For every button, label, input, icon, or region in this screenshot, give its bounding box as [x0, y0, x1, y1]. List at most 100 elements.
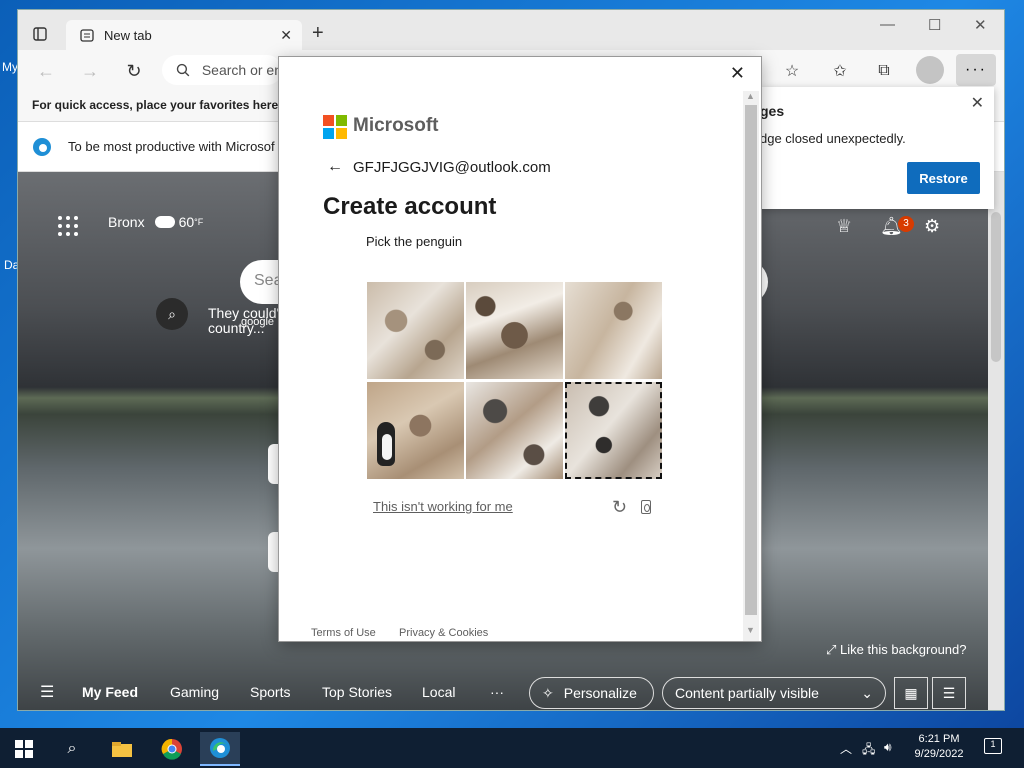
profile-avatar[interactable]: [916, 56, 944, 84]
captcha-tile-5[interactable]: [466, 382, 563, 479]
back-arrow-icon[interactable]: ←: [32, 58, 60, 84]
captcha-tile-3[interactable]: [565, 282, 662, 379]
chevron-down-icon: ⌄: [861, 684, 873, 701]
content-visibility-select[interactable]: Content partially visible ⌄: [662, 677, 886, 709]
account-identity: ← GFJFJGGJVIG@outlook.com: [327, 158, 551, 176]
system-clock[interactable]: 6:21 PM 9/29/2022: [906, 732, 972, 762]
page-settings-gear-icon[interactable]: ⚙: [924, 216, 940, 237]
clock-time: 6:21 PM: [918, 733, 960, 745]
captcha-tile-6[interactable]: [565, 382, 662, 479]
windows-logo-icon: [15, 740, 33, 758]
grid-layout-icon: ▦: [904, 684, 918, 701]
scroll-down-icon[interactable]: ▼: [746, 625, 755, 635]
new-tab-plus-icon[interactable]: +: [312, 22, 324, 45]
refresh-captcha-icon[interactable]: ↻: [612, 497, 627, 518]
close-tab-icon[interactable]: ✕: [280, 27, 292, 44]
edge-logo-icon: [33, 137, 51, 156]
volume-icon[interactable]: 🔊︎: [884, 740, 892, 755]
page-scrollbar[interactable]: [988, 172, 1004, 710]
show-hidden-icons-chevron-icon[interactable]: ︿: [840, 740, 852, 757]
taskbar: ⌕ ︿ 🖧︎ 🔊︎ 6:21 PM 9/29/2022 1: [0, 728, 1024, 768]
close-window-icon[interactable]: ✕: [974, 16, 987, 34]
info-bar-text: To be most productive with Microsof: [68, 139, 275, 154]
feed-tab-my-feed[interactable]: My Feed: [82, 684, 138, 700]
personalize-label: Personalize: [563, 685, 637, 701]
more-dots-icon: ···: [965, 61, 987, 78]
trending-search-icon: ⌕: [156, 298, 188, 330]
personalize-icon: ✧: [542, 684, 554, 701]
add-favorite-star-icon[interactable]: ☆: [778, 58, 806, 84]
close-icon[interactable]: ✕: [971, 93, 984, 113]
create-account-dialog: ✕ Microsoft ← GFJFJGGJVIG@outlook.com Cr…: [279, 57, 761, 641]
feed-bar: ☰ My Feed Gaming Sports Top Stories Loca…: [18, 672, 1004, 710]
tab-actions-button[interactable]: [26, 20, 54, 48]
scroll-up-icon[interactable]: ▲: [746, 91, 755, 101]
refresh-icon[interactable]: ↻: [120, 58, 148, 84]
file-explorer-button[interactable]: [102, 732, 142, 766]
desktop-icon-label[interactable]: My: [2, 60, 18, 74]
chrome-button[interactable]: [152, 732, 192, 766]
terms-link[interactable]: Terms of Use: [311, 627, 376, 639]
restore-button[interactable]: Restore: [907, 162, 980, 194]
page-scrollbar-thumb[interactable]: [991, 212, 1001, 362]
captcha-tile-1[interactable]: [367, 282, 464, 379]
rewards-icon[interactable]: ♕: [836, 216, 852, 237]
account-email: GFJFJGGJVIG@outlook.com: [353, 158, 551, 176]
captcha-tile-2[interactable]: [466, 282, 563, 379]
captcha-image-grid: [367, 282, 665, 480]
settings-and-more-button[interactable]: ···: [956, 54, 996, 86]
collections-icon[interactable]: ⧉: [870, 58, 898, 84]
minimize-icon[interactable]: —: [880, 16, 895, 33]
penguin-figure: [377, 422, 395, 466]
search-icon: ⌕: [67, 740, 77, 757]
audio-captcha-icon[interactable]: [641, 500, 651, 514]
close-dialog-icon[interactable]: ✕: [730, 63, 745, 84]
favorites-icon[interactable]: ✩: [826, 58, 854, 84]
feed-more-icon[interactable]: ···: [490, 684, 504, 700]
like-background-link[interactable]: ⤢ Like this background?: [826, 642, 967, 658]
not-working-link[interactable]: This isn't working for me: [373, 499, 513, 514]
expand-icon: ⤢: [826, 642, 837, 657]
captcha-tile-4[interactable]: [367, 382, 464, 479]
maximize-icon[interactable]: ☐: [928, 16, 941, 34]
address-bar[interactable]: Search or en: [162, 55, 282, 85]
menu-hamburger-icon[interactable]: ☰: [40, 682, 54, 702]
start-button[interactable]: [4, 732, 44, 766]
list-layout-button[interactable]: ☰: [932, 677, 966, 709]
new-tab-page-icon: [80, 29, 94, 42]
dialog-scrollbar-thumb[interactable]: [745, 105, 757, 615]
privacy-link[interactable]: Privacy & Cookies: [399, 627, 488, 639]
address-placeholder: Search or en: [201, 62, 282, 78]
feed-tab-sports[interactable]: Sports: [250, 684, 290, 700]
grid-layout-button[interactable]: ▦: [894, 677, 928, 709]
edge-icon: [210, 738, 230, 758]
trending-source: google: [241, 316, 275, 328]
feed-tab-local[interactable]: Local: [422, 684, 455, 700]
restore-popup-message: dge closed unexpectedly.: [760, 131, 906, 146]
clock-date: 9/29/2022: [914, 748, 964, 760]
feed-tab-gaming[interactable]: Gaming: [170, 684, 219, 700]
notifications-badge: 3: [898, 216, 914, 232]
notification-center-icon[interactable]: 1: [984, 738, 1002, 754]
weather-widget[interactable]: Bronx 60 °F: [108, 214, 203, 230]
forward-arrow-icon[interactable]: →: [76, 58, 104, 84]
edge-taskbar-button[interactable]: [200, 732, 240, 766]
personalize-button[interactable]: ✧ Personalize: [529, 677, 654, 709]
folder-icon: [112, 742, 132, 757]
weather-location: Bronx: [108, 214, 145, 230]
weather-temperature: 60: [178, 214, 195, 230]
content-visibility-value: Content partially visible: [675, 685, 819, 701]
search-taskbar-button[interactable]: ⌕: [52, 732, 92, 766]
weather-unit: °F: [194, 217, 204, 227]
network-icon[interactable]: 🖧︎: [862, 740, 875, 761]
like-background-text: Like this background?: [840, 642, 967, 657]
apps-grid-icon[interactable]: [58, 216, 78, 236]
restore-popup-title: ges: [760, 103, 785, 119]
cloud-icon: [154, 216, 175, 228]
page-title: Create account: [323, 193, 497, 220]
tab-actions-icon: [33, 27, 47, 41]
tab-new-tab[interactable]: New tab ✕: [66, 20, 302, 50]
dialog-scrollbar[interactable]: ▲ ▼: [743, 91, 759, 641]
back-arrow-icon[interactable]: ←: [327, 158, 343, 176]
feed-tab-top-stories[interactable]: Top Stories: [322, 684, 392, 700]
